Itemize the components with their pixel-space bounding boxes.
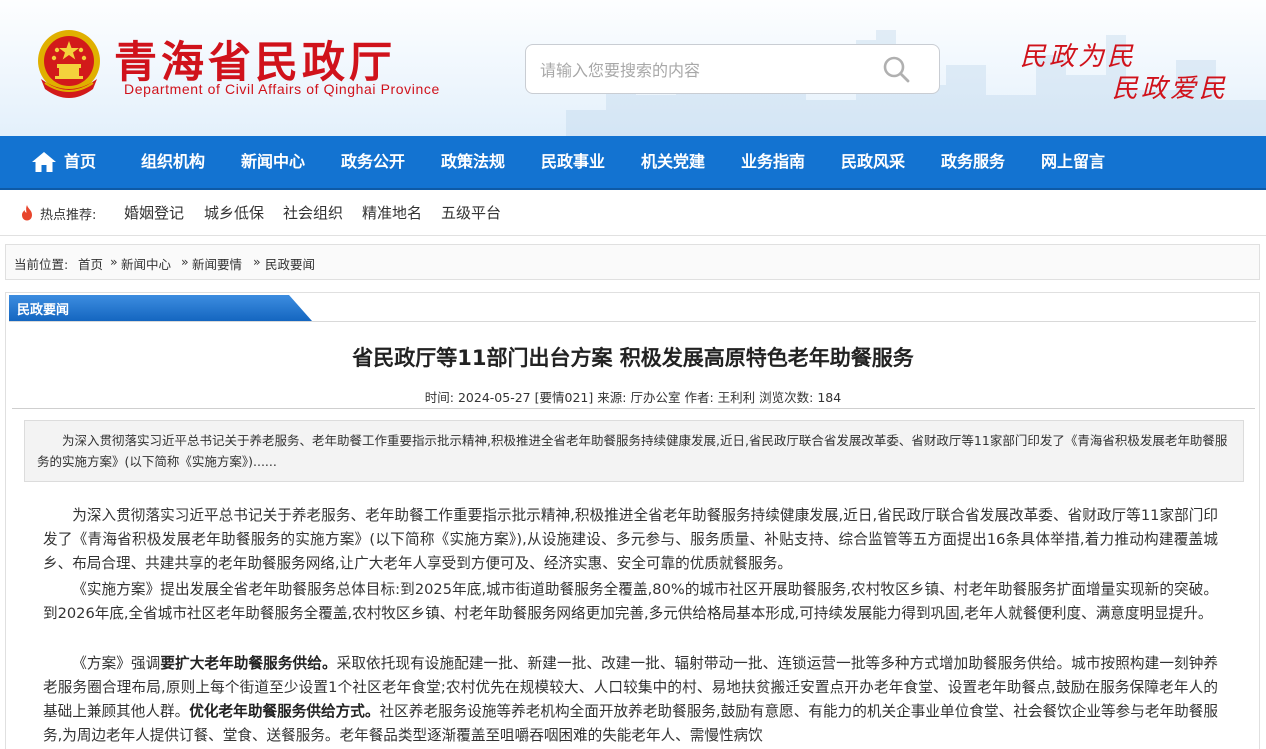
article-paragraph-3: 《方案》强调要扩大老年助餐服务供给。采取依托现有设施配建一批、新建一批、改建一批… bbox=[43, 652, 1218, 748]
site-title-english: Department of Civil Affairs of Qinghai P… bbox=[124, 81, 440, 97]
nav-item-home[interactable]: 首页 bbox=[64, 136, 96, 188]
breadcrumb-news-headlines[interactable]: 新闻要情 bbox=[192, 254, 242, 273]
slogan-line-2: 民政爱民 bbox=[1112, 74, 1229, 104]
tab-underline bbox=[9, 321, 1256, 322]
home-icon[interactable] bbox=[31, 150, 57, 174]
breadcrumb-current[interactable]: 民政要闻 bbox=[265, 254, 315, 273]
nav-item-online-services[interactable]: 政务服务 bbox=[941, 136, 1005, 188]
breadcrumb-separator: » bbox=[181, 254, 189, 269]
breadcrumb-home[interactable]: 首页 bbox=[78, 254, 103, 273]
nav-item-news[interactable]: 新闻中心 bbox=[241, 136, 305, 188]
hot-label: 热点推荐: bbox=[40, 208, 97, 223]
main-navigation: 首页 组织机构 新闻中心 政务公开 政策法规 民政事业 机关党建 业务指南 民政… bbox=[0, 136, 1266, 188]
nav-item-gallery[interactable]: 民政风采 bbox=[841, 136, 905, 188]
nav-item-party-building[interactable]: 机关党建 bbox=[641, 136, 705, 188]
meta-views-label: 浏览次数: bbox=[759, 390, 814, 405]
nav-item-policies[interactable]: 政策法规 bbox=[441, 136, 505, 188]
site-title: 青海省民政厅 bbox=[114, 38, 396, 88]
meta-doc-number: [要情021] bbox=[534, 390, 594, 405]
hot-link-subsistence[interactable]: 城乡低保 bbox=[204, 202, 264, 223]
nav-item-organization[interactable]: 组织机构 bbox=[141, 136, 205, 188]
breadcrumb-prefix: 当前位置: bbox=[14, 257, 69, 272]
meta-time: 2024-05-27 bbox=[457, 390, 531, 405]
national-emblem-icon bbox=[38, 30, 100, 98]
p3-emphasis-supply: 要扩大老年助餐服务供给。 bbox=[160, 655, 337, 672]
breadcrumb-news-center[interactable]: 新闻中心 bbox=[121, 254, 171, 273]
article-paragraph-1: 为深入贯彻落实习近平总书记关于养老服务、老年助餐工作重要指示批示精神,积极推进全… bbox=[43, 507, 1218, 572]
nav-item-service-guide[interactable]: 业务指南 bbox=[741, 136, 805, 188]
section-tab-label[interactable]: 民政要闻 bbox=[17, 299, 69, 318]
meta-divider bbox=[12, 408, 1255, 409]
meta-author: 王利利 bbox=[717, 390, 756, 405]
meta-source: 厅办公室 bbox=[630, 390, 681, 405]
article-title: 省民政厅等11部门出台方案 积极发展高原特色老年助餐服务 bbox=[352, 346, 914, 370]
search-box bbox=[525, 44, 940, 94]
hot-link-five-level[interactable]: 五级平台 bbox=[441, 202, 501, 223]
meta-time-label: 时间: bbox=[424, 390, 454, 405]
search-icon[interactable] bbox=[880, 53, 912, 85]
article-paragraph-2: 《实施方案》提出发展全省老年助餐服务总体目标:到2025年底,城市街道助餐服务全… bbox=[43, 581, 1218, 622]
hot-link-place-names[interactable]: 精准地名 bbox=[362, 202, 422, 223]
breadcrumb-separator: » bbox=[110, 254, 118, 269]
meta-author-label: 作者: bbox=[684, 390, 714, 405]
nav-item-message-board[interactable]: 网上留言 bbox=[1041, 136, 1105, 188]
article-meta: 时间: 2024-05-27 [要情021] 来源: 厅办公室 作者: 王利利 … bbox=[0, 387, 1266, 406]
fire-icon bbox=[22, 205, 32, 221]
p3-emphasis-method: 优化老年助餐服务供给方式。 bbox=[189, 703, 380, 720]
p3-intro: 《方案》强调 bbox=[72, 655, 161, 672]
nav-item-civil-affairs[interactable]: 民政事业 bbox=[541, 136, 605, 188]
breadcrumb-separator: » bbox=[253, 254, 261, 269]
hot-link-marriage[interactable]: 婚姻登记 bbox=[124, 202, 184, 223]
meta-views: 184 bbox=[817, 390, 842, 405]
nav-item-government-affairs[interactable]: 政务公开 bbox=[341, 136, 405, 188]
article-summary: 为深入贯彻落实习近平总书记关于养老服务、老年助餐工作重要指示批示精神,积极推进全… bbox=[24, 420, 1244, 482]
hot-link-social-orgs[interactable]: 社会组织 bbox=[283, 202, 343, 223]
hot-recommend-bar bbox=[0, 190, 1266, 236]
meta-source-label: 来源: bbox=[597, 390, 627, 405]
search-input[interactable] bbox=[540, 57, 870, 83]
site-header: 青海省民政厅 Department of Civil Affairs of Qi… bbox=[0, 0, 1266, 136]
